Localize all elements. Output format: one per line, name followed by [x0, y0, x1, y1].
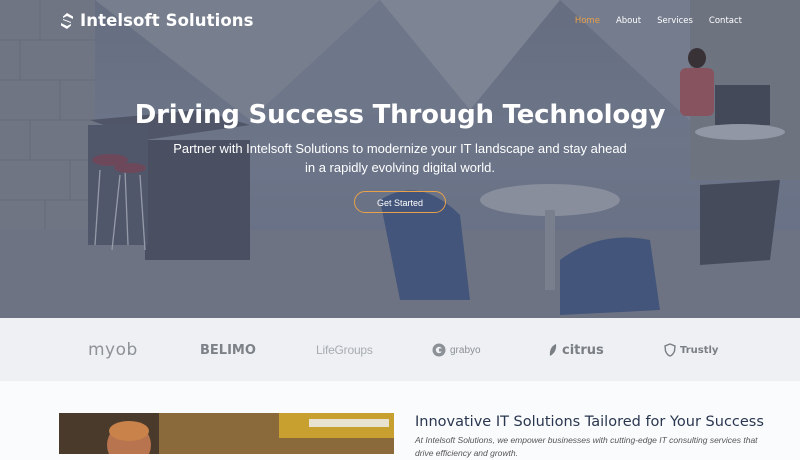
client-logo-label: citrus	[562, 342, 604, 358]
hero-title: Driving Success Through Technology	[134, 100, 666, 130]
nav-home[interactable]: Home	[575, 16, 600, 26]
citrus-leaf-icon	[549, 344, 557, 356]
section-title: Innovative IT Solutions Tailored for You…	[415, 414, 764, 430]
client-logo-label: Trustly	[680, 344, 719, 356]
section-text: At Intelsoft Solutions, we empower busin…	[415, 435, 758, 458]
grabyo-icon	[432, 343, 446, 357]
client-logo-lifegroups: LifeGroups	[316, 338, 373, 362]
nav-contact[interactable]: Contact	[709, 16, 742, 26]
client-logo-trustly: Trustly	[664, 338, 718, 362]
nav-services[interactable]: Services	[657, 16, 693, 26]
brand-name: Intelsoft Solutions	[80, 11, 254, 30]
client-logo-belimo: BELIMO	[200, 338, 256, 362]
client-logo-myob: myob	[88, 338, 138, 362]
trustly-shield-icon	[664, 343, 676, 357]
client-logos-strip: myob BELIMO LifeGroups grabyo citrus Tru…	[0, 318, 800, 381]
nav-about[interactable]: About	[616, 16, 641, 26]
client-logo-label: LifeGroups	[316, 343, 373, 357]
client-logo-label: myob	[88, 340, 138, 360]
about-section: Innovative IT Solutions Tailored for You…	[0, 381, 800, 458]
brand-logo[interactable]: Intelsoft Solutions	[60, 11, 254, 30]
hero-subtitle: Partner with Intelsoft Solutions to mode…	[173, 141, 627, 175]
main-nav: Home About Services Contact	[575, 16, 742, 26]
client-logo-grabyo: grabyo	[432, 338, 481, 362]
get-started-button[interactable]: Get Started	[354, 191, 446, 213]
s-mark-icon	[61, 12, 73, 29]
team-photo	[59, 413, 394, 454]
client-logo-label: grabyo	[450, 344, 481, 356]
hero-section: Intelsoft Solutions Home About Services …	[0, 0, 800, 318]
client-logo-citrus: citrus	[548, 338, 604, 362]
client-logo-label: BELIMO	[200, 342, 256, 358]
